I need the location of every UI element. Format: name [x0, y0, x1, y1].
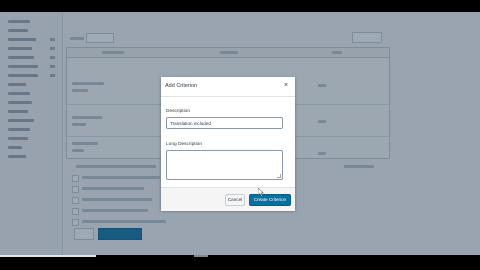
- dialog-title: Add Criterion: [165, 83, 198, 89]
- resize-grip-icon[interactable]: [277, 174, 281, 178]
- add-criterion-dialog: Add Criterion × Description Translation …: [161, 77, 295, 211]
- video-bottom-letterbox: [0, 255, 480, 270]
- mouse-cursor-icon: [258, 188, 264, 197]
- video-top-letterbox: [0, 0, 480, 12]
- close-icon[interactable]: ×: [284, 81, 288, 91]
- dialog-header: Add Criterion ×: [161, 77, 295, 97]
- video-scrubber-knob[interactable]: [194, 255, 208, 257]
- create-criterion-button[interactable]: Create Criterion: [249, 194, 291, 206]
- long-description-label: Long Description: [166, 142, 202, 147]
- video-progress-bar[interactable]: [0, 255, 96, 257]
- long-description-textarea[interactable]: [166, 150, 283, 180]
- description-label: Description: [166, 109, 190, 114]
- dialog-footer: Cancel Create Criterion: [161, 187, 295, 211]
- cancel-button[interactable]: Cancel: [225, 194, 245, 206]
- description-input[interactable]: Translation included: [166, 117, 283, 129]
